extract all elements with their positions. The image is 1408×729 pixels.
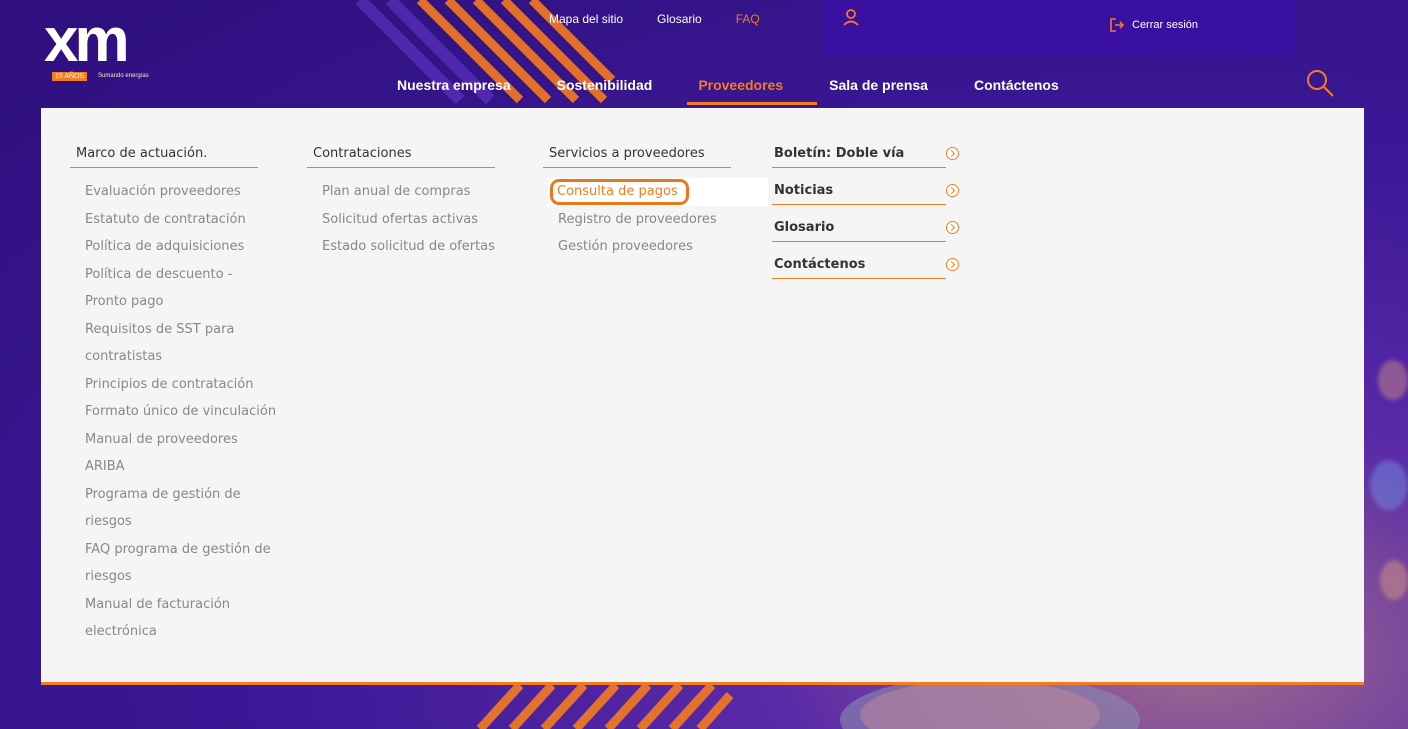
menu-column-servicios: Servicios a proveedores Consulta de pago… xyxy=(543,143,768,261)
search-icon[interactable] xyxy=(1305,68,1335,98)
menu-link[interactable]: Manual de facturación xyxy=(85,591,276,619)
menu-link[interactable]: Pronto pago xyxy=(85,288,276,316)
quicklink-label: Boletín: Doble vía xyxy=(774,146,905,161)
menu-link[interactable]: Plan anual de compras xyxy=(322,178,495,206)
nav-nuestra-empresa[interactable]: Nuestra empresa xyxy=(397,77,511,103)
logo-tagline: Sumando energías xyxy=(98,73,149,79)
menu-link[interactable]: FAQ programa de gestión de xyxy=(85,536,276,564)
nav-sala-de-prensa[interactable]: Sala de prensa xyxy=(829,77,928,103)
nav-proveedores[interactable]: Proveedores xyxy=(698,77,783,103)
chevron-right-icon xyxy=(946,258,959,271)
menu-link[interactable]: Evaluación proveedores xyxy=(85,178,276,206)
column-items-servicios: Consulta de pagos Registro de proveedore… xyxy=(543,178,768,261)
menu-link[interactable]: Solicitud ofertas activas xyxy=(322,206,495,234)
column-title-servicios: Servicios a proveedores xyxy=(543,143,731,168)
menu-link[interactable]: Estado solicitud de ofertas xyxy=(322,233,495,261)
quicklink-label: Glosario xyxy=(774,220,835,235)
consulta-de-pagos-link[interactable]: Consulta de pagos xyxy=(550,179,689,205)
menu-link[interactable]: Manual de proveedores xyxy=(85,426,276,454)
chevron-right-icon xyxy=(946,221,959,234)
faq-link[interactable]: FAQ xyxy=(736,12,760,26)
quicklink-boletin[interactable]: Boletín: Doble vía xyxy=(772,143,959,168)
bokeh-light xyxy=(1378,360,1408,400)
menu-link[interactable]: ARIBA xyxy=(85,453,276,481)
column-title-contrataciones: Contrataciones xyxy=(307,143,495,168)
menu-link-highlighted[interactable]: Consulta de pagos xyxy=(548,178,768,206)
main-navigation: Nuestra empresa Sostenibilidad Proveedor… xyxy=(397,77,1105,103)
menu-column-marco: Marco de actuación. Evaluación proveedor… xyxy=(70,143,276,646)
column-items-contrataciones: Plan anual de compras Solicitud ofertas … xyxy=(307,178,495,261)
quicklink-contactenos[interactable]: Contáctenos xyxy=(772,254,959,279)
menu-column-quicklinks: Boletín: Doble vía Noticias Glosario Con… xyxy=(772,143,959,291)
logout-icon xyxy=(1110,18,1125,32)
column-title-marco: Marco de actuación. xyxy=(70,143,258,168)
menu-link[interactable]: contratistas xyxy=(85,343,276,371)
quicklink-label: Contáctenos xyxy=(774,257,866,272)
active-nav-underline xyxy=(687,102,817,105)
sitemap-link[interactable]: Mapa del sitio xyxy=(549,12,623,26)
menu-link[interactable]: Política de adquisiciones xyxy=(85,233,276,261)
menu-link[interactable]: electrónica xyxy=(85,618,276,646)
quicklink-noticias[interactable]: Noticias xyxy=(772,180,959,205)
menu-link[interactable]: Requisitos de SST para xyxy=(85,316,276,344)
session-panel xyxy=(824,0,1295,56)
glossary-link[interactable]: Glosario xyxy=(657,12,702,26)
chevron-right-icon xyxy=(946,147,959,160)
menu-link[interactable]: riesgos xyxy=(85,563,276,591)
quicklink-label: Noticias xyxy=(774,183,834,198)
logo-anniversary-badge: 15 AÑOS xyxy=(52,72,88,81)
menu-link[interactable]: Política de descuento - xyxy=(85,261,276,289)
logout-label: Cerrar sesión xyxy=(1132,19,1199,31)
menu-link[interactable]: Gestión proveedores xyxy=(558,233,768,261)
chevron-right-icon xyxy=(946,184,959,197)
top-utility-links: Mapa del sitio Glosario FAQ xyxy=(549,12,760,26)
column-items-marco: Evaluación proveedores Estatuto de contr… xyxy=(70,178,276,646)
menu-link[interactable]: riesgos xyxy=(85,508,276,536)
logo-wordmark: xm xyxy=(44,6,130,75)
menu-column-contrataciones: Contrataciones Plan anual de compras Sol… xyxy=(307,143,495,261)
menu-link[interactable]: Estatuto de contratación xyxy=(85,206,276,234)
menu-link[interactable]: Formato único de vinculación xyxy=(85,398,276,426)
menu-link[interactable]: Programa de gestión de xyxy=(85,481,276,509)
bokeh-light xyxy=(1380,560,1408,600)
user-icon[interactable] xyxy=(842,8,860,26)
proveedores-mega-menu: Marco de actuación. Evaluación proveedor… xyxy=(41,108,1364,685)
menu-link[interactable]: Registro de proveedores xyxy=(558,206,768,234)
logout-button[interactable]: Cerrar sesión xyxy=(1109,17,1198,33)
nav-contactenos[interactable]: Contáctenos xyxy=(974,77,1059,103)
menu-link[interactable]: Principios de contratación xyxy=(85,371,276,399)
xm-logo[interactable]: xm 15 AÑOS Sumando energías xyxy=(44,10,174,88)
bokeh-light xyxy=(1370,460,1408,510)
quicklink-glosario[interactable]: Glosario xyxy=(772,217,959,242)
nav-sostenibilidad[interactable]: Sostenibilidad xyxy=(557,77,653,103)
